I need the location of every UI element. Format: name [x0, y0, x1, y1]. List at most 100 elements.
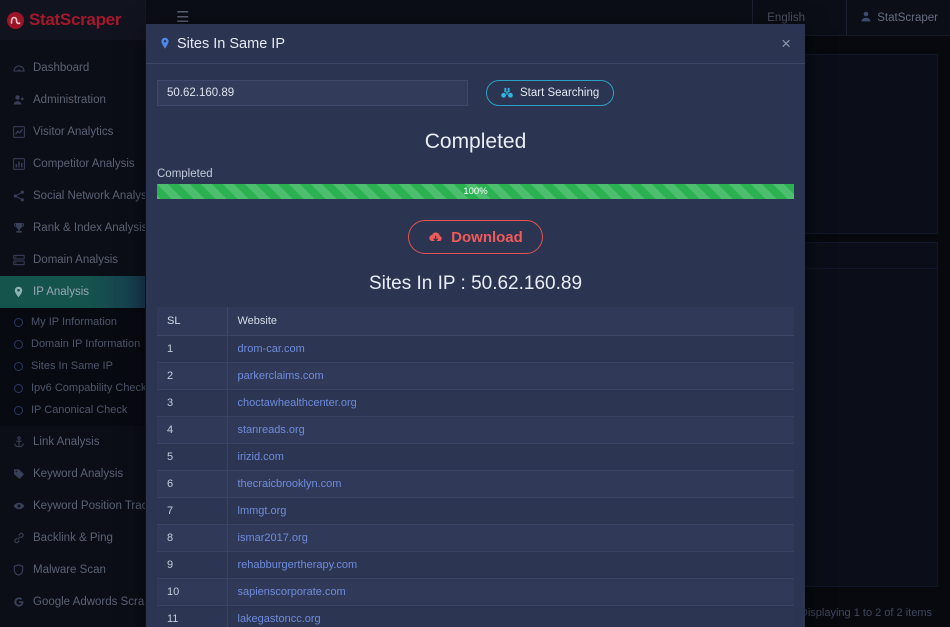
download-row: Download	[157, 220, 794, 254]
sidebar-item-label: Dashboard	[33, 62, 90, 74]
sidebar-subitem-domain-ip-information[interactable]: Domain IP Information	[0, 333, 145, 355]
tag-icon	[12, 468, 25, 480]
sidebar-subitem-ip-canonical-check[interactable]: IP Canonical Check	[0, 399, 145, 421]
hamburger-menu-icon[interactable]: ☰	[176, 10, 189, 25]
sidebar-item-label: Visitor Analytics	[33, 126, 114, 138]
sidebar-item-label: Google Adwords Scraper	[33, 596, 145, 608]
app-root: StatScraper Dashboard Administration Vis…	[0, 0, 950, 627]
table-row: 5 irizid.com	[157, 443, 794, 471]
modal-body: Start Searching Completed Completed 100%	[146, 64, 805, 627]
column-header-sl[interactable]: SL	[157, 307, 228, 336]
table-row: 11 lakegastoncc.org	[157, 605, 794, 627]
language-label: English	[767, 11, 805, 24]
dashboard-icon	[12, 62, 25, 74]
circle-icon	[14, 317, 23, 327]
sidebar-item-backlink-ping[interactable]: Backlink & Ping	[0, 522, 145, 554]
cell-website-link[interactable]: lakegastoncc.org	[227, 605, 794, 627]
sidebar-item-visitor-analytics[interactable]: Visitor Analytics	[0, 116, 145, 148]
sidebar-item-keyword-position-tracking[interactable]: Keyword Position Tracking	[0, 490, 145, 522]
user-name: StatScraper	[877, 11, 938, 24]
sidebar-item-rank-index-analysis[interactable]: Rank & Index Analysis	[0, 212, 145, 244]
cell-sl: 11	[157, 605, 228, 627]
sidebar-item-keyword-analysis[interactable]: Keyword Analysis	[0, 458, 145, 490]
map-pin-icon	[160, 37, 170, 50]
modal-header: Sites In Same IP ×	[146, 24, 805, 64]
sidebar-item-label: Rank & Index Analysis	[33, 222, 146, 234]
sidebar-item-label: Competitor Analysis	[33, 158, 135, 170]
sidebar-item-dashboard[interactable]: Dashboard	[0, 52, 145, 84]
start-searching-label: Start Searching	[520, 87, 600, 99]
cell-website-link[interactable]: lmmgt.org	[227, 497, 794, 525]
sidebar-subitem-ipv6-compability-check[interactable]: Ipv6 Compability Check	[0, 377, 145, 399]
modal-title: Sites In Same IP	[160, 36, 285, 52]
map-pin-icon	[12, 286, 25, 298]
cell-website-link[interactable]: drom-car.com	[227, 335, 794, 363]
sidebar-item-label: Malware Scan	[33, 564, 106, 576]
table-row: 10 sapienscorporate.com	[157, 578, 794, 606]
sidebar-nav: Dashboard Administration Visitor Analyti…	[0, 40, 145, 618]
sidebar-item-label: Keyword Analysis	[33, 468, 124, 480]
table-body: 1 drom-car.com 2 parkerclaims.com 3 choctawhe…	[157, 335, 794, 627]
eye-icon	[12, 500, 25, 512]
circle-icon	[14, 361, 23, 371]
sites-table: SL Website 1 drom-car.com 2 parkerclaims.co…	[157, 307, 794, 627]
line-chart-icon	[12, 126, 25, 138]
sidebar-subitem-label: IP Canonical Check	[31, 404, 128, 416]
table-row: 8 ismar2017.org	[157, 524, 794, 552]
cell-sl: 2	[157, 362, 228, 390]
cell-website-link[interactable]: parkerclaims.com	[227, 362, 794, 390]
sidebar-item-google-adwords-scraper[interactable]: Google Adwords Scraper	[0, 586, 145, 618]
table-row: 3 choctawhealthcenter.org	[157, 389, 794, 417]
progress-percent-text: 100%	[463, 186, 488, 197]
shield-icon	[12, 564, 25, 576]
table-row: 7 lmmgt.org	[157, 497, 794, 525]
app-logo-text: StatScraper	[29, 10, 122, 29]
sidebar-item-domain-analysis[interactable]: Domain Analysis	[0, 244, 145, 276]
user-menu[interactable]: StatScraper	[847, 11, 950, 25]
cell-sl: 6	[157, 470, 228, 498]
sidebar-item-link-analysis[interactable]: Link Analysis	[0, 426, 145, 458]
sidebar-subnav-ip-analysis: My IP Information Domain IP Information …	[0, 308, 145, 426]
server-icon	[12, 254, 25, 266]
pagination-status: Displaying 1 to 2 of 2 items	[799, 607, 932, 619]
share-icon	[12, 190, 25, 202]
cell-website-link[interactable]: rehabburgertherapy.com	[227, 551, 794, 579]
sidebar: StatScraper Dashboard Administration Vis…	[0, 0, 146, 627]
table-head: SL Website	[157, 307, 794, 336]
app-logo[interactable]: StatScraper	[0, 0, 145, 40]
trophy-icon	[12, 222, 25, 234]
ip-address-input[interactable]	[157, 80, 468, 106]
sidebar-item-label: Administration	[33, 94, 106, 106]
sidebar-item-label: IP Analysis	[33, 286, 90, 298]
sidebar-subitem-label: Ipv6 Compability Check	[31, 382, 146, 394]
start-searching-button[interactable]: Start Searching	[486, 80, 615, 106]
close-icon[interactable]: ×	[781, 35, 791, 52]
cell-website-link[interactable]: stanreads.org	[227, 416, 794, 444]
column-header-website[interactable]: Website	[227, 307, 794, 336]
download-button[interactable]: Download	[408, 220, 543, 254]
google-g-icon	[12, 596, 25, 608]
table-row: 2 parkerclaims.com	[157, 362, 794, 390]
sidebar-item-competitor-analysis[interactable]: Competitor Analysis	[0, 148, 145, 180]
modal-title-text: Sites In Same IP	[177, 35, 285, 52]
cell-website-link[interactable]: ismar2017.org	[227, 524, 794, 552]
anchor-icon	[12, 436, 25, 448]
sidebar-item-ip-analysis[interactable]: IP Analysis	[0, 276, 145, 308]
sites-in-same-ip-modal: Sites In Same IP × Start Searchi	[146, 24, 805, 627]
cloud-download-icon	[428, 231, 443, 244]
cell-sl: 1	[157, 335, 228, 363]
cell-sl: 7	[157, 497, 228, 525]
sidebar-subitem-label: Domain IP Information	[31, 338, 141, 350]
cell-website-link[interactable]: thecraicbrooklyn.com	[227, 470, 794, 498]
cell-website-link[interactable]: choctawhealthcenter.org	[227, 389, 794, 417]
progress-label: Completed	[157, 168, 213, 180]
cell-website-link[interactable]: sapienscorporate.com	[227, 578, 794, 606]
table-row: 9 rehabburgertherapy.com	[157, 551, 794, 579]
sidebar-subitem-sites-in-same-ip[interactable]: Sites In Same IP	[0, 355, 145, 377]
sidebar-item-social-network-analysis[interactable]: Social Network Analysis	[0, 180, 145, 212]
sidebar-item-malware-scan[interactable]: Malware Scan	[0, 554, 145, 586]
cell-website-link[interactable]: irizid.com	[227, 443, 794, 471]
sidebar-item-administration[interactable]: Administration	[0, 84, 145, 116]
statscraper-logo-icon	[7, 11, 24, 29]
sidebar-subitem-my-ip-information[interactable]: My IP Information	[0, 311, 145, 333]
